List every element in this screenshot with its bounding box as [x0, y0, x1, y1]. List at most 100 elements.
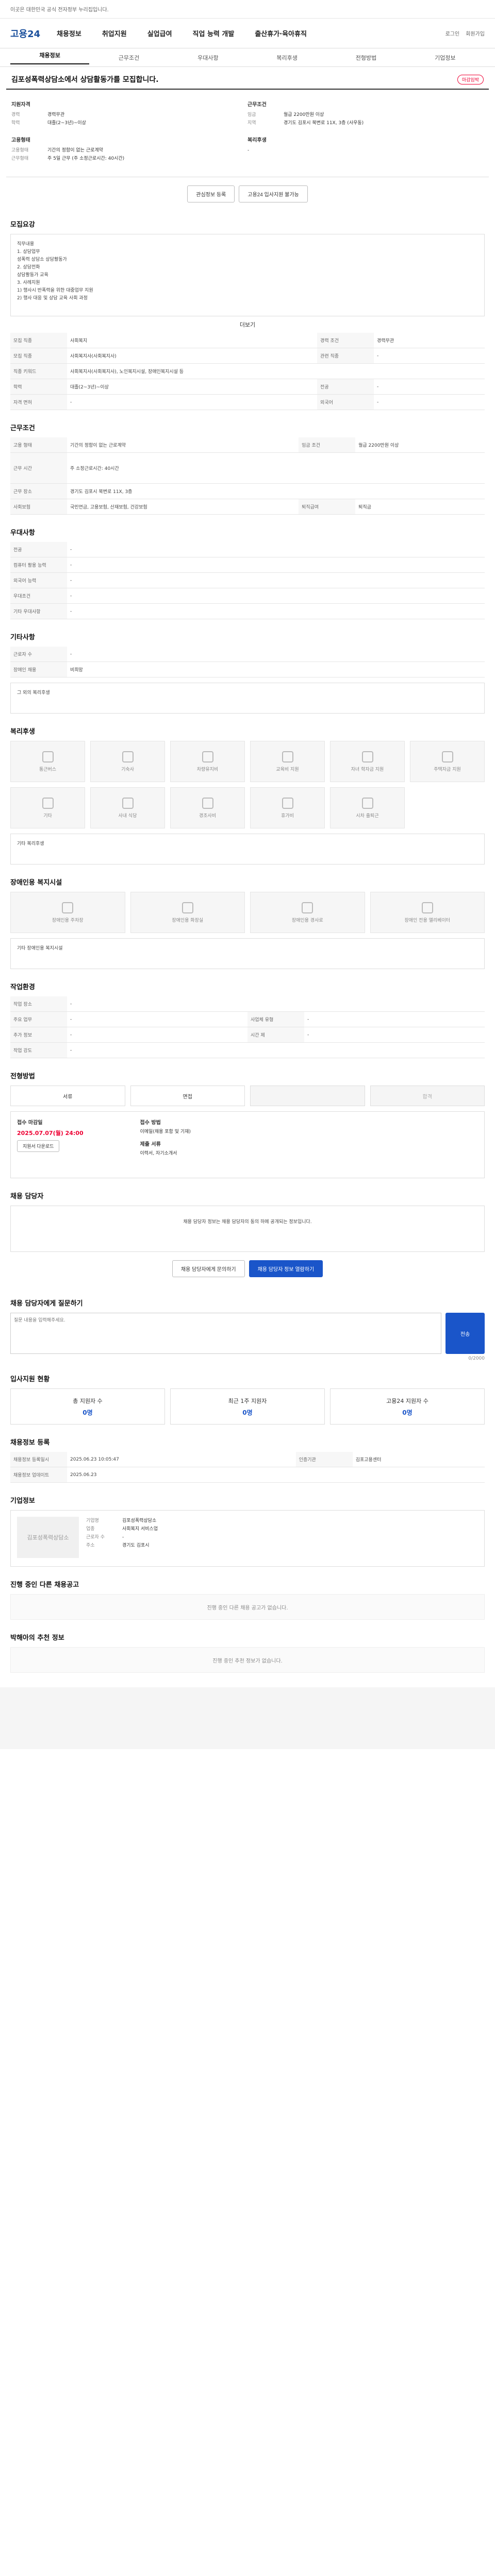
- benefits-section: 복리후생 통근버스 기숙사 차량유지비 교육비 지원 자녀 학자금 지원 주택자…: [6, 718, 489, 869]
- view-manager-button[interactable]: 채용 담당자 정보 열람하기: [249, 1260, 323, 1277]
- kv-value: 경기도 김포시 북변로 11X, 3층 (사우동): [284, 121, 364, 126]
- stat-value: 0명: [82, 1409, 93, 1416]
- inquiry-submit-button[interactable]: 전송: [446, 1313, 485, 1354]
- tab-job-info[interactable]: 채용정보: [10, 51, 90, 64]
- site-logo[interactable]: 고용24: [10, 27, 57, 40]
- section-title: 채용 담당자: [10, 1193, 44, 1200]
- cell: 퇴직금: [355, 499, 485, 515]
- cell: 모집 직종: [10, 333, 67, 348]
- download-form-button[interactable]: 지원서 다운로드: [17, 1140, 60, 1152]
- ramp-icon: [302, 902, 314, 913]
- recruit-table: 모집 직종 사회복지 경력 조건 경력무관 모집 직종 사회복지사(사회복지사) 관련 직…: [10, 333, 485, 410]
- similar-section: 진행 중인 다른 채용공고 진행 중인 다른 채용 공고가 없습니다.: [6, 1571, 489, 1624]
- tab-work-conditions[interactable]: 근무조건: [89, 54, 168, 62]
- kv-label: 기업명: [86, 1518, 99, 1523]
- inquiry-input[interactable]: [10, 1313, 442, 1354]
- kv-value: 주 5일 근무 (주 소정근로시간: 40시간): [47, 156, 125, 161]
- status-stats: 총 지원자 수 0명 최근 1주 지원자 0명 고용24 지원자 수 0명: [10, 1388, 485, 1425]
- gnb-item-unemployment-benefit[interactable]: 실업급여: [147, 28, 172, 38]
- apply-button[interactable]: 고용24 입사지원 불가능: [239, 185, 308, 202]
- table-row: 우대조건 -: [10, 588, 485, 604]
- facility-card: 장애인용 경사로: [250, 892, 365, 933]
- contact-manager-button[interactable]: 채용 담당자에게 문의하기: [172, 1260, 245, 1277]
- step-pass: 합격: [370, 1086, 485, 1106]
- kv-value: 기간의 정함이 없는 근로계약: [47, 148, 103, 153]
- benefit-card: 휴가비: [250, 787, 325, 828]
- benefit-label: 시차 출퇴근: [356, 813, 379, 819]
- etc-icon: [42, 797, 54, 809]
- more-link[interactable]: 더보기: [240, 321, 255, 328]
- kv-value: 김포성폭력상담소: [122, 1518, 157, 1523]
- summary-heading-qualification: 지원자격: [11, 102, 30, 108]
- benefits-grid: 통근버스 기숙사 차량유지비 교육비 지원 자녀 학자금 지원 주택자금 지원 …: [10, 741, 485, 828]
- like-button[interactable]: 관심정보 등록: [187, 185, 235, 202]
- tab-preferences[interactable]: 우대사항: [169, 54, 248, 62]
- table-row: 직종 키워드 사회복지사(사회복지사), 노인복지시설, 장애인복지시설 등: [10, 363, 485, 379]
- work-section: 근무조건 고용 형태 기간의 정함이 없는 근로계약 임금 조건 월급 2200만원 …: [6, 414, 489, 519]
- benefit-label: 통근버스: [39, 767, 57, 772]
- table-row: 자격 면허 - 외국어 -: [10, 394, 485, 410]
- table-row: 모집 직종 사회복지사(사회복지사) 관련 직종 -: [10, 348, 485, 364]
- cell: -: [374, 394, 485, 410]
- kv-label: 지역: [248, 121, 256, 126]
- cafeteria-icon: [122, 797, 134, 809]
- login-link[interactable]: 로그인: [446, 29, 460, 37]
- gnb-item-jobs[interactable]: 채용정보: [57, 28, 81, 38]
- restroom-icon: [182, 902, 193, 913]
- stat-label: 최근 1주 지원자: [228, 1397, 267, 1404]
- cell: 주 소정근로시간: 40시간: [67, 452, 485, 484]
- cell: 전공: [10, 542, 67, 557]
- cell: 사회보험: [10, 499, 67, 515]
- tab-benefits[interactable]: 복리후생: [248, 54, 326, 62]
- cell: 주요 업무: [10, 1011, 67, 1027]
- stat-value: 0명: [402, 1409, 412, 1416]
- benefits-etc: 기타 복리후생: [10, 834, 485, 865]
- tab-process[interactable]: 전형방법: [326, 54, 405, 62]
- tuition-icon: [361, 751, 373, 762]
- facility-card: 장애인 전용 엘리베이터: [370, 892, 485, 933]
- util-links: 로그인 회원가입: [446, 29, 485, 37]
- cell: 작업 강도: [10, 1042, 67, 1058]
- corp-logo: 김포성폭력상담소: [17, 1517, 79, 1558]
- benefit-label: 경조사비: [199, 813, 217, 819]
- stat-label: 총 지원자 수: [73, 1397, 103, 1404]
- tab-company[interactable]: 기업정보: [406, 54, 485, 62]
- gnb-item-job-training[interactable]: 직업 능력 개발: [193, 28, 235, 38]
- house-icon: [441, 751, 453, 762]
- cell: -: [374, 348, 485, 364]
- table-row: 외국어 능력 -: [10, 572, 485, 588]
- etc-table: 근로자 수- 장애인 채용 비희망: [10, 647, 485, 677]
- docs-heading: 제출 서류: [140, 1142, 161, 1147]
- summary-heading-employment: 고용형태: [11, 138, 30, 143]
- kv-label: 고용형태: [11, 148, 29, 153]
- site-header: 고용24 채용정보 취업지원 실업급여 직업 능력 개발 출산휴가·육아휴직 로…: [0, 19, 495, 48]
- deadline-badge: 마감임박: [457, 74, 484, 84]
- cell: 비희망: [67, 662, 485, 677]
- manager-section: 채용 담당자 채용 담당자 정보는 채용 담당자의 동의 하에 공개되는 정보입…: [6, 1182, 489, 1290]
- gnb-item-parental-leave[interactable]: 출산휴가·육아휴직: [255, 28, 307, 38]
- gift-icon: [202, 797, 213, 809]
- section-title: 작업환경: [10, 984, 35, 991]
- parking-icon: [62, 902, 74, 913]
- cell: -: [67, 572, 485, 588]
- cell: -: [67, 1042, 485, 1058]
- corp-section: 기업정보 김포성폭력상담소 기업명 김포성폭력상담소 업종 사회복지 서비스업 근로…: [6, 1487, 489, 1571]
- corp-card: 김포성폭력상담소 기업명 김포성폭력상담소 업종 사회복지 서비스업 근로자 수- …: [10, 1510, 485, 1567]
- job-summary: 지원자격 경력 경력무관 학력 대졸(2~3년)~이상 고용형태 고용형태 기간의 정…: [6, 90, 489, 177]
- cell: 국민연금, 고용보험, 산재보험, 건강보험: [67, 499, 299, 515]
- table-row: 근무 장소 경기도 김포시 북변로 11X, 3층: [10, 483, 485, 499]
- table-row: 근무 시간 주 소정근로시간: 40시간: [10, 452, 485, 484]
- benefit-label: 휴가비: [281, 813, 294, 819]
- table-row: 채용정보 등록일시 2025.06.23 10:05:47 인증기관 김포고용센터: [10, 1452, 485, 1467]
- cell: -: [67, 588, 485, 604]
- gnb-item-employment-support[interactable]: 취업지원: [102, 28, 127, 38]
- disabled-grid: 장애인용 주차장 장애인용 화장실 장애인용 경사로 장애인 전용 엘리베이터: [10, 892, 485, 933]
- cell: 채용정보 등록일시: [10, 1452, 67, 1467]
- benefit-card: 시차 출퇴근: [330, 787, 405, 828]
- cell: 추가 정보: [10, 1027, 67, 1043]
- table-row: 채용정보 업데이트 2025.06.23: [10, 1467, 485, 1483]
- table-row: 고용 형태 기간의 정함이 없는 근로계약 임금 조건 월급 2200만원 이상: [10, 437, 485, 453]
- signup-link[interactable]: 회원가입: [466, 29, 485, 37]
- table-row: 컴퓨터 활용 능력 -: [10, 557, 485, 573]
- table-row: 추가 정보 - 시간 제-: [10, 1027, 485, 1043]
